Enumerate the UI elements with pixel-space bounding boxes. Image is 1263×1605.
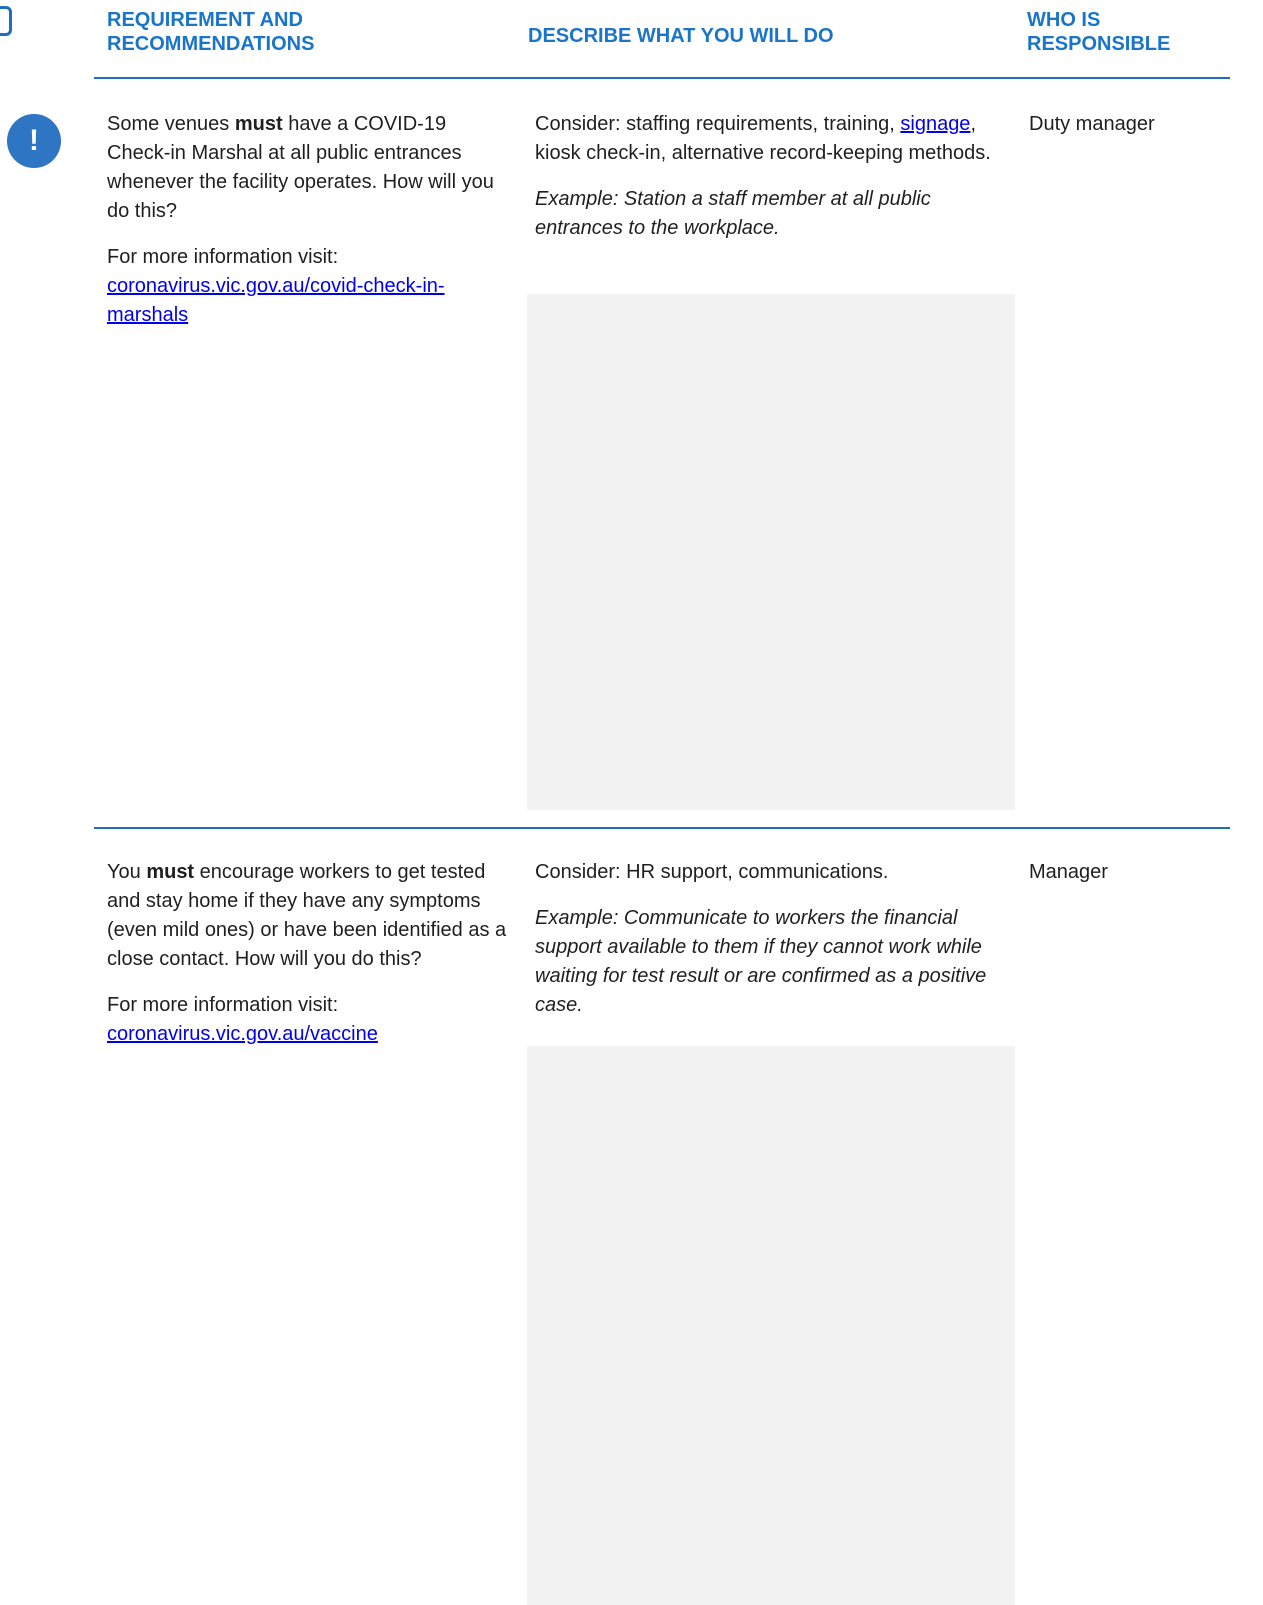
consider-text: Consider: HR support, communications. [535,861,889,883]
requirement-text: You must encourage workers to get tested… [107,861,507,970]
info-paragraph: For more information visit: coronavirus.… [107,243,512,330]
info-paragraph: For more information visit: coronavirus.… [107,991,512,1049]
example-text: Example: Station a staff member at all p… [535,188,931,239]
responsible-cell: Manager [1029,861,1108,883]
table-header: REQUIREMENT AND RECOMMENDATIONS DESCRIBE… [0,0,1263,80]
requirement-cell: Some venues must have a COVID-19 Check-i… [107,110,512,347]
header-describe: DESCRIBE WHAT YOU WILL DO [528,25,834,47]
requirement-cell: You must encourage workers to get tested… [107,858,512,1066]
example-text: Example: Communicate to workers the fina… [535,907,987,1016]
info-link[interactable]: coronavirus.vic.gov.au/vaccine [107,1023,378,1045]
info-link[interactable]: coronavirus.vic.gov.au/covid-check-in-ma… [107,275,445,326]
consider-text: Consider: staffing requirements, trainin… [535,113,991,164]
info-label: For more information visit: [107,246,339,268]
alert-icon: ! [7,114,61,168]
requirement-text: Some venues must have a COVID-19 Check-i… [107,113,494,222]
header-responsible: WHO IS RESPONSIBLE [1027,9,1171,55]
response-input-area[interactable] [527,1046,1015,1605]
responsible-cell: Duty manager [1029,113,1155,135]
describe-cell: Consider: HR support, communications. Ex… [535,858,1005,1037]
row-divider [94,827,1230,829]
response-input-area[interactable] [527,294,1015,810]
header-requirements: REQUIREMENT AND RECOMMENDATIONS [107,9,315,55]
info-label: For more information visit: [107,994,339,1016]
signage-link[interactable]: signage [900,113,970,135]
header-divider [94,77,1230,79]
describe-cell: Consider: staffing requirements, trainin… [535,110,1005,260]
